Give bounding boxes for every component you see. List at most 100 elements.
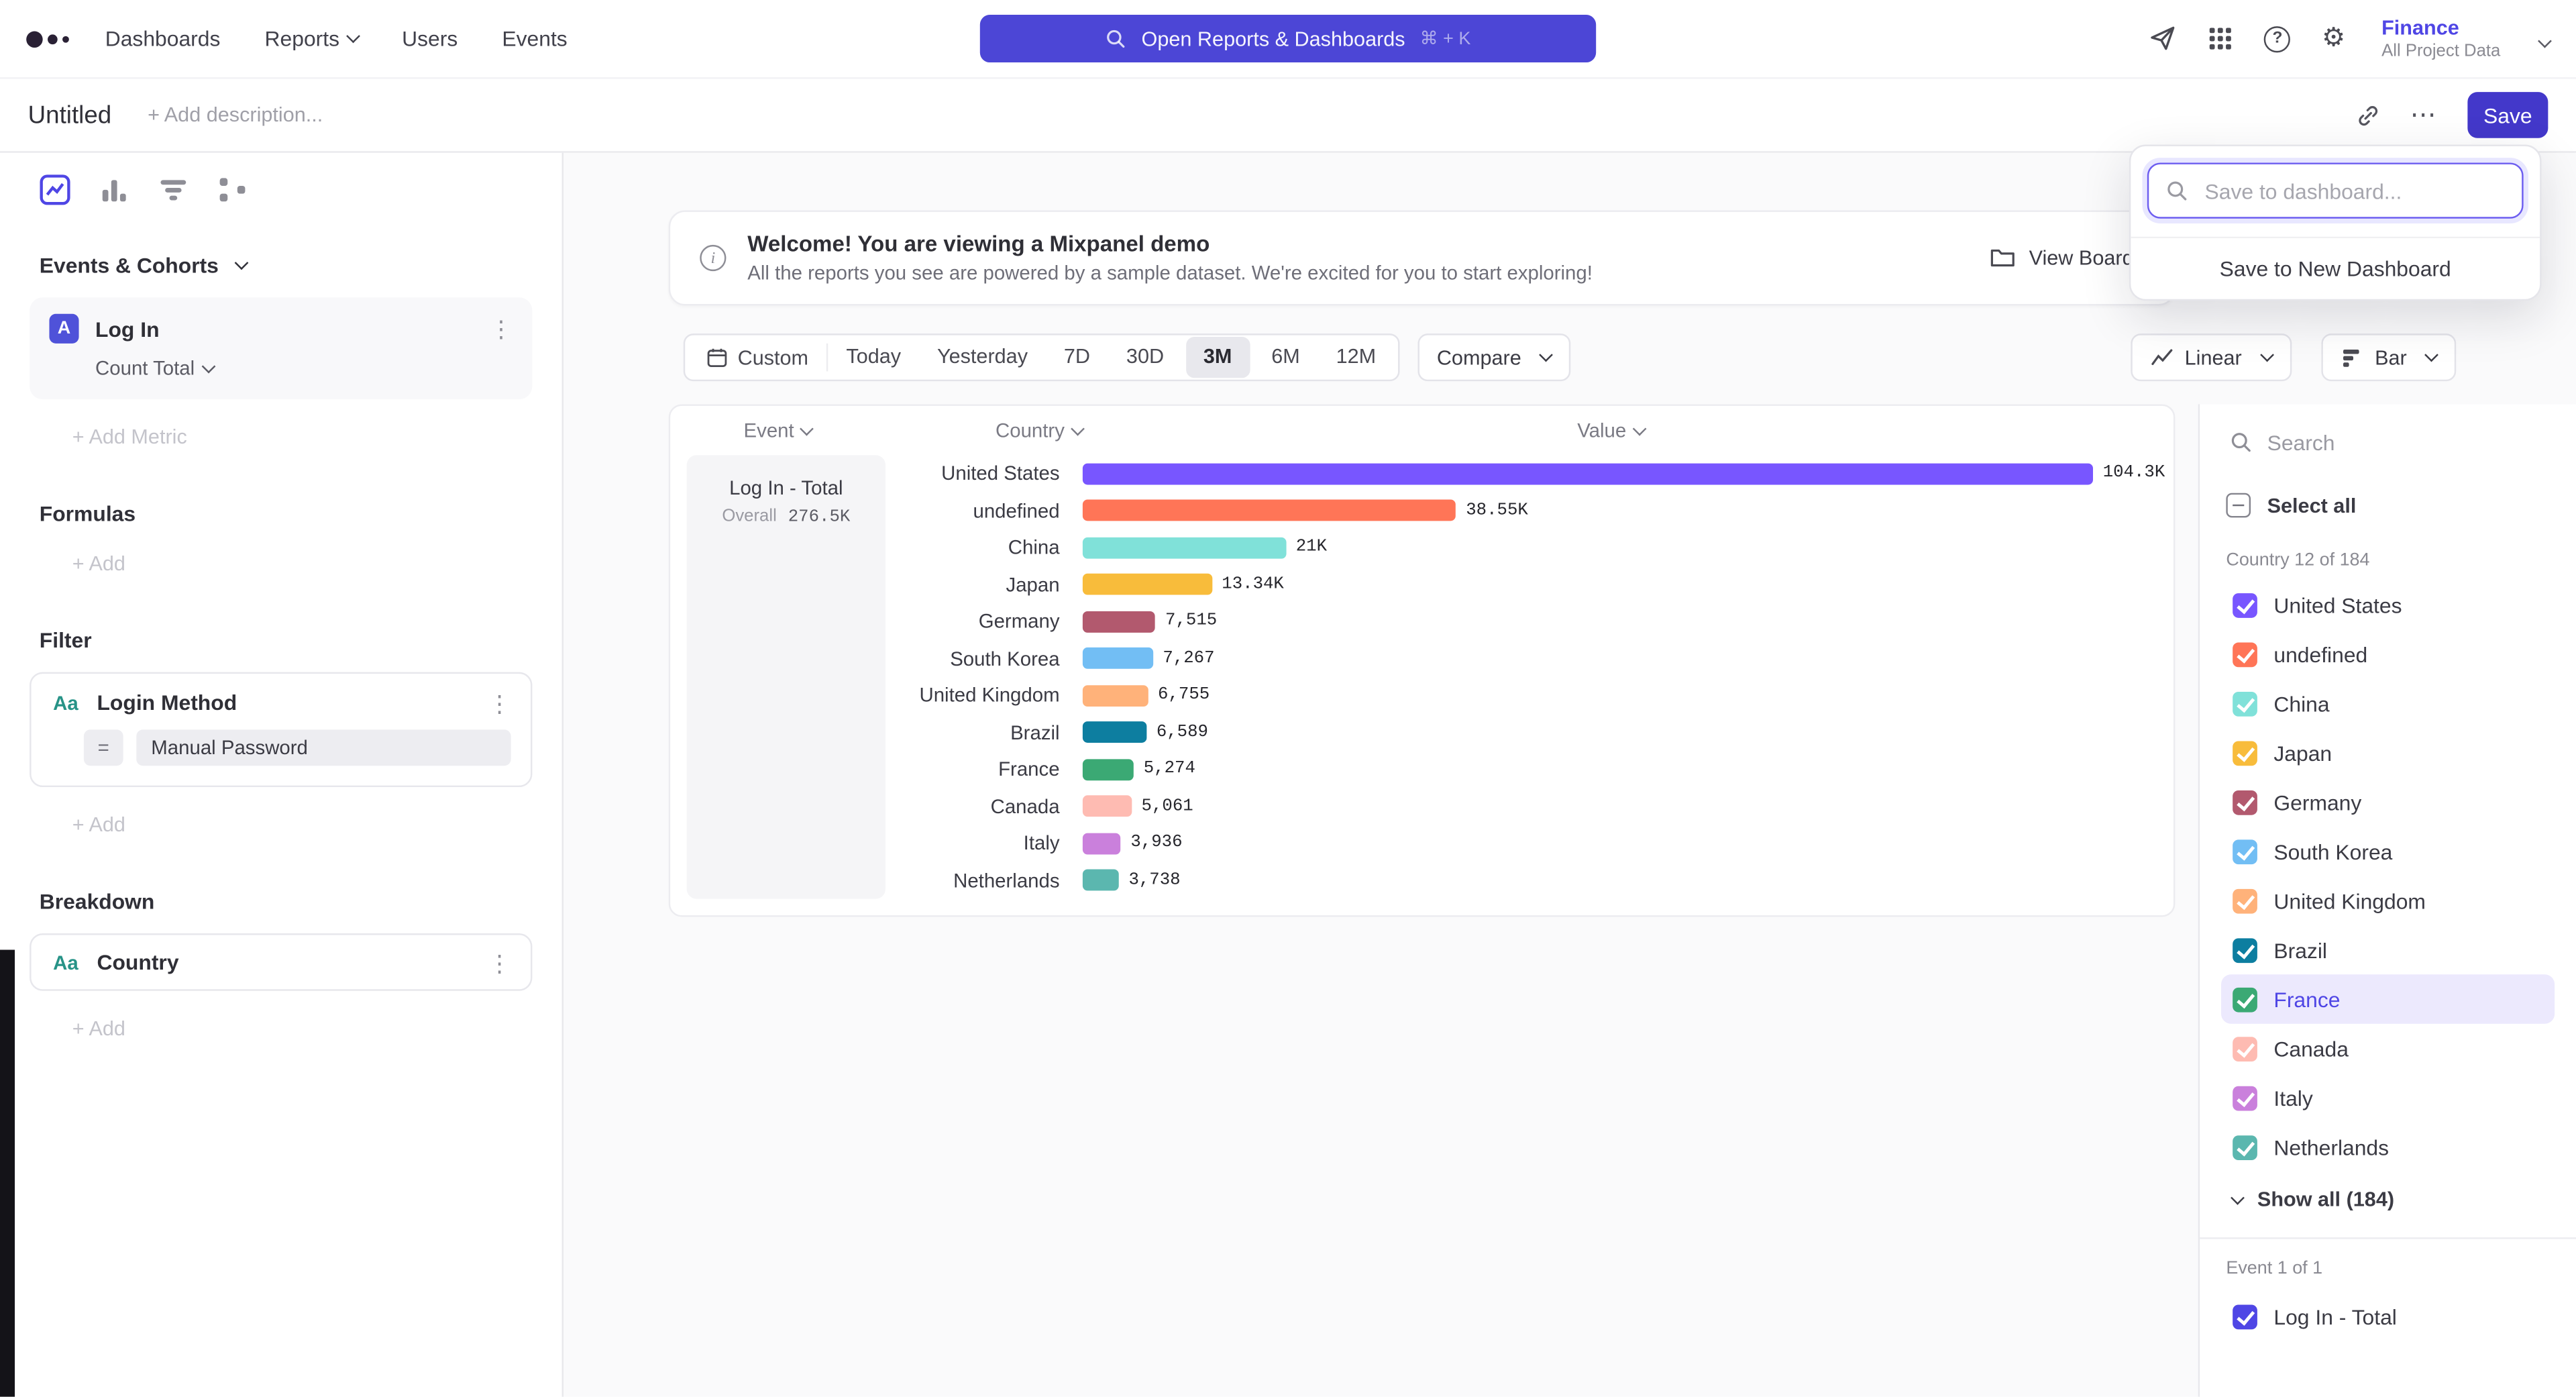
date-range-3m[interactable]: 3M [1185,337,1250,378]
column-header-event[interactable]: Event [670,406,885,455]
bar[interactable] [1083,611,1155,632]
gear-icon[interactable]: ⚙ [2322,25,2345,52]
date-range-6m[interactable]: 6M [1253,337,1318,378]
checkbox-checked[interactable] [2233,592,2257,617]
bar[interactable] [1083,648,1153,670]
view-boards-button[interactable]: View Boards [1990,245,2144,271]
column-header-country[interactable]: Country [885,406,1083,455]
country-filter-row[interactable]: Netherlands [2221,1123,2555,1172]
nav-users[interactable]: Users [402,26,458,51]
checkbox-checked[interactable] [2233,839,2257,864]
mixpanel-logo-icon[interactable] [26,24,69,54]
segment-search[interactable]: Search [2221,417,2555,466]
add-formula-button[interactable]: + Add [72,552,523,575]
bar[interactable] [1083,759,1134,780]
nav-events[interactable]: Events [502,26,567,51]
bar[interactable] [1083,574,1212,595]
save-button[interactable]: Save [2467,92,2548,138]
report-title[interactable]: Untitled [28,101,112,130]
checkbox-checked[interactable] [2233,1086,2257,1110]
event-checkbox[interactable] [2233,1304,2257,1329]
kebab-menu-icon[interactable]: ⋮ [488,691,511,714]
checkbox-checked[interactable] [2233,987,2257,1012]
date-range-today[interactable]: Today [828,337,919,378]
project-selector[interactable]: Finance All Project Data [2381,17,2500,60]
chart-type-selector[interactable]: Bar [2320,333,2456,381]
filter-value-field[interactable]: Manual Password [136,729,511,766]
date-range-30d[interactable]: 30D [1108,337,1182,378]
date-range-7d[interactable]: 7D [1046,337,1108,378]
chevron-down-icon [2538,34,2552,48]
kebab-menu-icon[interactable]: ⋮ [488,951,511,974]
country-filter-row[interactable]: South Korea [2221,827,2555,876]
add-breakdown-button[interactable]: + Add [72,1017,523,1040]
events-section-header[interactable]: Events & Cohorts [40,253,523,278]
nav-dashboards[interactable]: Dashboards [105,26,221,51]
add-filter-button[interactable]: + Add [72,813,523,836]
link-icon[interactable] [2356,103,2381,127]
breakdown-property-name[interactable]: Country [97,950,178,975]
apps-grid-icon[interactable] [2208,26,2233,51]
tab-funnel-icon[interactable] [158,174,189,206]
breakdown-card[interactable]: Aa Country ⋮ [30,933,532,991]
checkbox-checked[interactable] [2233,740,2257,765]
kebab-menu-icon[interactable]: ⋮ [490,317,513,340]
global-search-button[interactable]: Open Reports & Dashboards ⌘ + K [980,15,1596,62]
country-filter-row[interactable]: United Kingdom [2221,876,2555,925]
compare-button[interactable]: Compare [1417,333,1570,381]
checkbox-checked[interactable] [2233,937,2257,962]
scale-selector[interactable]: Linear [2131,333,2291,381]
show-all-button[interactable]: Show all (184) [2221,1188,2555,1211]
aggregation-selector[interactable]: Count Total [95,356,513,379]
country-filter-row[interactable]: undefined [2221,629,2555,678]
country-filter-row[interactable]: Japan [2221,728,2555,777]
tab-flows-icon[interactable] [217,174,248,206]
bar[interactable] [1083,500,1456,521]
bar[interactable] [1083,685,1148,707]
date-range-custom[interactable]: Custom [688,346,826,369]
event-filter-row[interactable]: Log In - Total [2221,1292,2555,1341]
checkbox-indeterminate[interactable] [2226,493,2251,518]
country-filter-row[interactable]: Germany [2221,777,2555,826]
bar[interactable] [1083,870,1119,891]
checkbox-checked[interactable] [2233,691,2257,716]
checkbox-checked[interactable] [2233,888,2257,913]
bar[interactable] [1083,722,1146,743]
event-list-header: Event 1 of 1 [2221,1259,2555,1278]
bar[interactable] [1083,833,1121,854]
bar[interactable] [1083,463,2093,484]
country-filter-row[interactable]: United States [2221,580,2555,629]
checkbox-checked[interactable] [2233,1135,2257,1159]
country-filter-row[interactable]: China [2221,678,2555,727]
date-range-12m[interactable]: 12M [1318,337,1394,378]
checkbox-checked[interactable] [2233,641,2257,666]
country-filter-row[interactable]: Italy [2221,1073,2555,1122]
add-description[interactable]: + Add description... [148,103,323,126]
select-all-row[interactable]: Select all [2221,493,2555,518]
nav-reports[interactable]: Reports [265,26,358,51]
save-to-new-dashboard-item[interactable]: Save to New Dashboard [2131,237,2540,299]
bar[interactable] [1083,537,1286,558]
add-metric-button[interactable]: + Add Metric [72,425,523,448]
tab-bar-chart-icon[interactable] [99,174,130,206]
checkbox-checked[interactable] [2233,790,2257,815]
invite-icon[interactable] [2149,25,2178,53]
filter-card[interactable]: Aa Login Method ⋮ = Manual Password [30,672,532,787]
country-filter-row[interactable]: Brazil [2221,925,2555,974]
tab-insights-icon[interactable] [40,174,71,206]
help-icon[interactable]: ? [2264,25,2290,52]
top-nav: Dashboards Reports Users Events Open Rep… [0,0,2576,79]
filter-operator[interactable]: = [84,729,123,766]
country-filter-row[interactable]: France [2221,974,2555,1023]
bar[interactable] [1083,796,1132,817]
checkbox-checked[interactable] [2233,1036,2257,1061]
save-dashboard-search-input[interactable] [2202,176,2506,205]
country-filter-row[interactable]: Canada [2221,1024,2555,1073]
metric-name[interactable]: Log In [95,316,160,341]
filter-property-name[interactable]: Login Method [97,690,237,715]
save-dashboard-search[interactable] [2147,162,2524,218]
metric-card[interactable]: A Log In ⋮ Count Total [30,297,532,399]
more-options-icon[interactable]: ⋯ [2410,99,2438,132]
column-header-value[interactable]: Value [1106,406,2116,455]
date-range-yesterday[interactable]: Yesterday [919,337,1046,378]
